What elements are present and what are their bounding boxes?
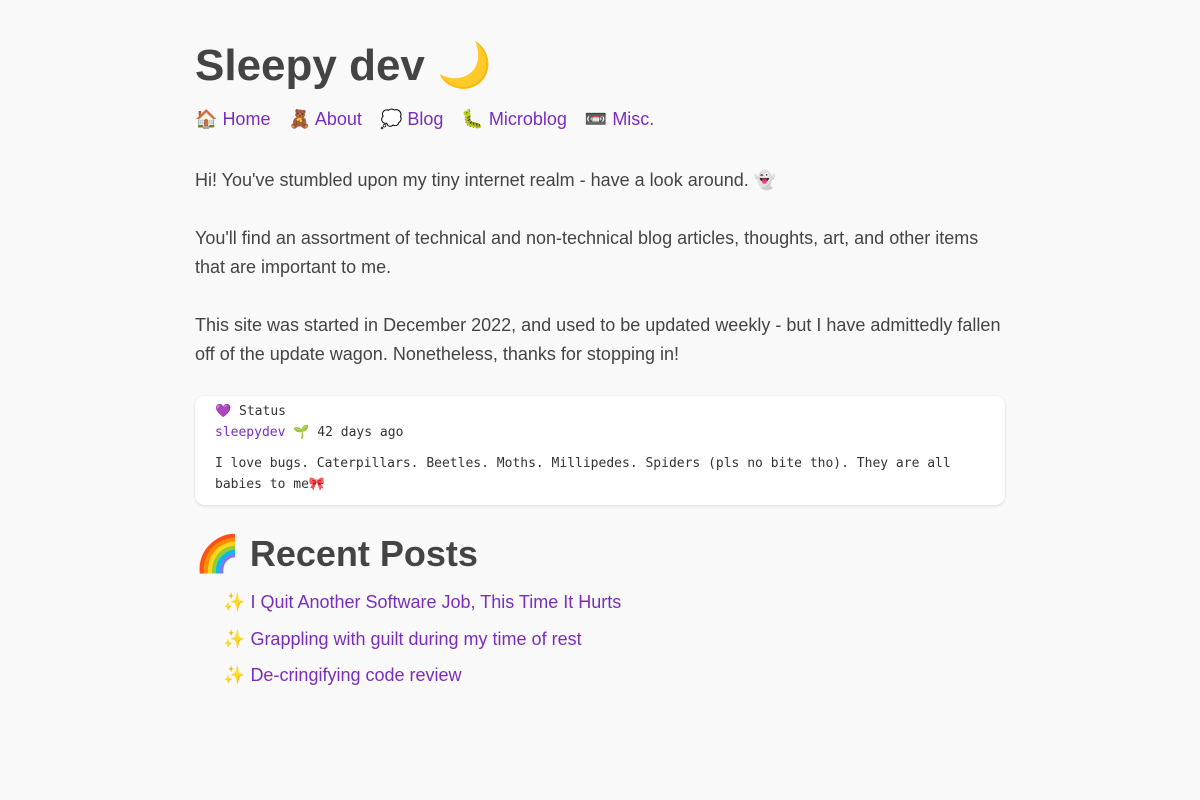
seedling-icon: 🌱 <box>293 425 310 440</box>
purple-heart-icon: 💜 <box>215 404 232 419</box>
list-item: ✨ I Quit Another Software Job, This Time… <box>223 590 621 627</box>
site-title-text: Sleepy dev <box>195 41 425 90</box>
nav-misc-link[interactable]: 📼 Misc. <box>585 107 654 131</box>
status-meta: sleepydev 🌱 42 days ago <box>215 425 985 440</box>
nav-home-link[interactable]: 🏠 Home <box>195 107 270 131</box>
nav-blog-label: Blog <box>407 109 444 129</box>
post-link-3[interactable]: De-cringifying code review <box>250 665 461 685</box>
status-heading-label: Status <box>239 404 286 419</box>
nav-microblog-link[interactable]: 🐛 Microblog <box>461 107 566 131</box>
nav-home-label: Home <box>222 109 271 129</box>
recent-posts-list: ✨ I Quit Another Software Job, This Time… <box>223 590 621 700</box>
house-icon: 🏠 <box>195 109 218 129</box>
sparkles-icon: ✨ <box>223 592 246 612</box>
status-card: 💜 Status sleepydev 🌱 42 days ago I love … <box>195 396 1005 505</box>
caterpillar-icon: 🐛 <box>461 109 484 129</box>
nav-microblog-label: Microblog <box>488 109 567 129</box>
cassette-icon: 📼 <box>584 109 608 129</box>
sparkles-icon: ✨ <box>223 628 246 649</box>
main-nav: 🏠 Home 🧸 About 💭 Blog 🐛 Microblog 📼 Misc… <box>195 107 654 131</box>
thought-bubble-icon: 💭 <box>379 109 403 129</box>
post-link-2[interactable]: Grappling with guilt during my time of r… <box>250 629 581 649</box>
nav-about-link[interactable]: 🧸 About <box>288 107 361 131</box>
list-item: ✨ De-cringifying code review <box>223 663 621 700</box>
status-time: 42 days ago <box>317 425 404 440</box>
recent-posts-title: Recent Posts <box>249 533 478 574</box>
teddy-bear-icon: 🧸 <box>288 109 311 129</box>
moon-icon: 🌙 <box>437 41 492 90</box>
nav-about-label: About <box>314 109 362 129</box>
list-item: ✨ Grappling with guilt during my time of… <box>223 627 621 664</box>
rainbow-icon: 🌈 <box>195 533 240 574</box>
post-link-1[interactable]: I Quit Another Software Job, This Time I… <box>250 592 621 612</box>
status-heading: 💜 Status <box>215 404 985 419</box>
recent-posts-heading: 🌈 Recent Posts <box>195 532 478 576</box>
nav-misc-label: Misc. <box>612 109 655 129</box>
nav-blog-link[interactable]: 💭 Blog <box>380 107 443 131</box>
status-user-link[interactable]: sleepydev <box>215 425 285 440</box>
status-text: I love bugs. Caterpillars. Beetles. Moth… <box>215 456 951 492</box>
intro-paragraph-3: This site was started in December 2022, … <box>195 315 1001 364</box>
site-title: Sleepy dev 🌙 <box>195 40 492 92</box>
intro-paragraph-1: Hi! You've stumbled upon my tiny interne… <box>195 170 777 190</box>
intro-paragraph-2: You'll find an assortment of technical a… <box>195 228 979 277</box>
sparkles-icon: ✨ <box>223 665 246 685</box>
